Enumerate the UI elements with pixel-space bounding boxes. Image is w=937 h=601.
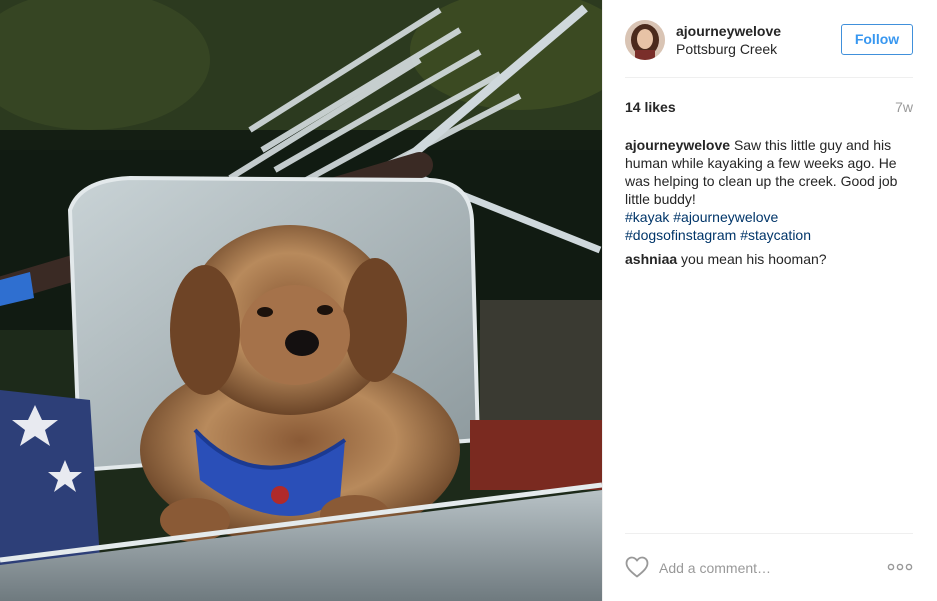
comment-item: ashniaa you mean his hooman? — [625, 250, 913, 268]
post-header: ajourneywelove Pottsburg Creek Follow — [625, 18, 913, 78]
comments-list: ajourneywelove Saw this little guy and h… — [625, 136, 913, 274]
hashtag-staycation[interactable]: #staycation — [740, 227, 811, 243]
heart-outline-icon[interactable] — [625, 556, 649, 578]
avatar-image — [625, 20, 665, 60]
post-location[interactable]: Pottsburg Creek — [676, 41, 777, 57]
post-username[interactable]: ajourneywelove — [676, 23, 781, 39]
follow-button[interactable]: Follow — [841, 24, 913, 55]
likes-count[interactable]: 14 likes — [625, 99, 676, 115]
post-photo[interactable] — [0, 0, 602, 601]
add-comment-input[interactable] — [659, 558, 879, 578]
dog-in-boat-photo — [0, 0, 602, 601]
more-options-icon[interactable] — [887, 562, 913, 572]
post-age[interactable]: 7w — [895, 99, 913, 115]
post-details-panel: ajourneywelove Pottsburg Creek Follow 14… — [602, 0, 937, 601]
post-footer — [625, 533, 913, 601]
caption-username[interactable]: ajourneywelove — [625, 137, 730, 153]
hashtag-ajourneywelove[interactable]: #ajourneywelove — [673, 209, 778, 225]
caption: ajourneywelove Saw this little guy and h… — [625, 136, 913, 244]
comment-username[interactable]: ashniaa — [625, 251, 677, 267]
avatar[interactable] — [625, 20, 665, 60]
hashtag-kayak[interactable]: #kayak — [625, 209, 669, 225]
hashtag-dogsofinstagram[interactable]: #dogsofinstagram — [625, 227, 736, 243]
likes-row: 14 likes 7w — [625, 99, 913, 119]
comment-text: you mean his hooman? — [681, 251, 827, 267]
